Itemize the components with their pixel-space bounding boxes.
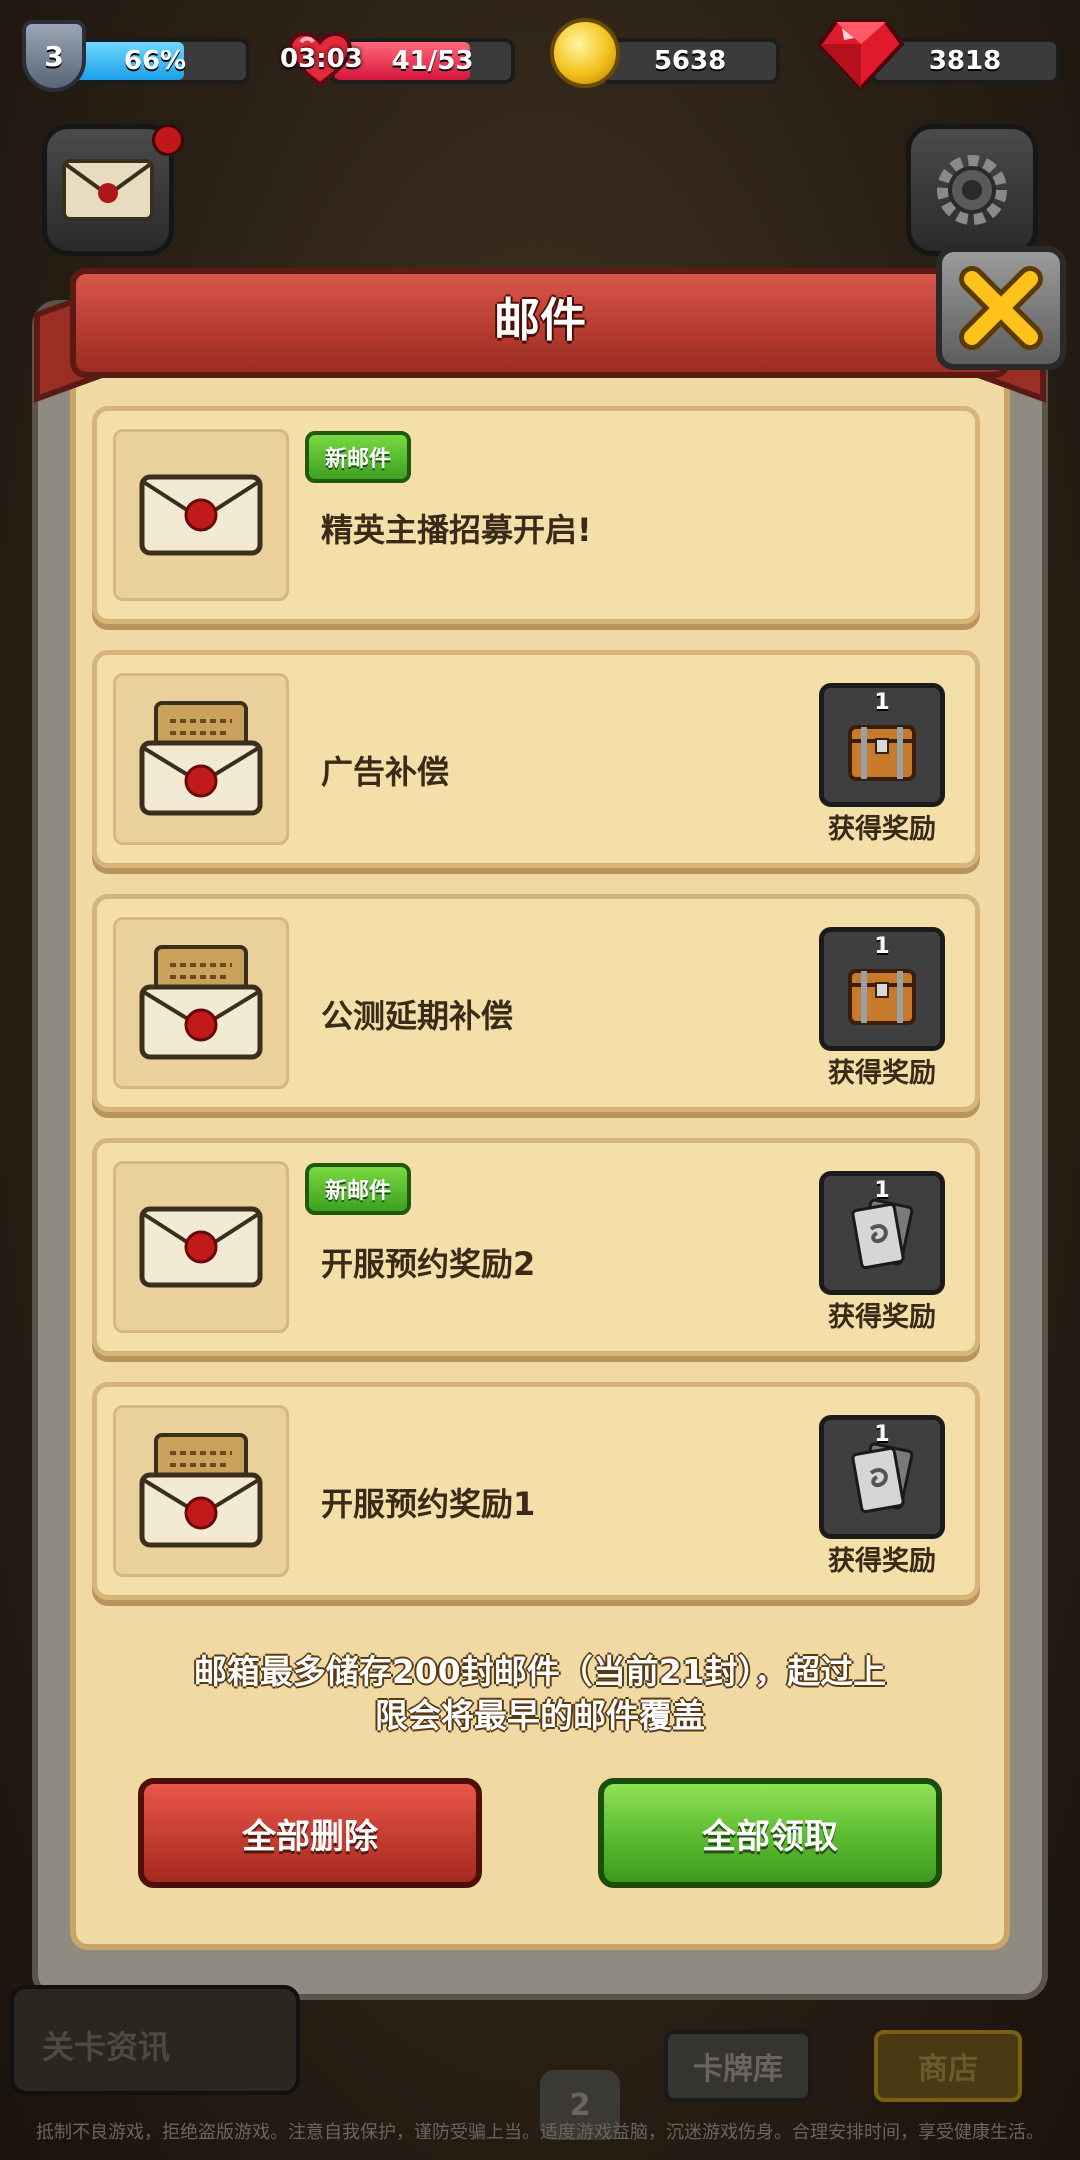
card-icon (851, 1198, 914, 1270)
mail-title: 精英主播招募开启! (321, 511, 592, 549)
player-level: 3 (44, 39, 64, 73)
sealed-envelope-icon (139, 474, 263, 556)
reward-count: 1 (874, 1422, 890, 1447)
mail-item[interactable]: 新邮件 精英主播招募开启! (92, 406, 980, 624)
coin-bar[interactable]: 5638 (600, 38, 780, 84)
claim-reward-label[interactable]: 获得奖励 (797, 1539, 967, 1578)
mail-title: 开服预约奖励1 (321, 1485, 536, 1523)
gem-count: 3818 (928, 46, 1002, 76)
reward-count: 1 (874, 1178, 890, 1203)
card-library-tab[interactable]: 卡牌库 (664, 2030, 812, 2102)
envelope-icon (62, 159, 154, 221)
mail-icon-frame (113, 429, 289, 601)
xp-bar: 66% (60, 38, 250, 84)
reward-slot[interactable]: 1 (819, 683, 945, 807)
mail-title: 公测延期补偿 (321, 997, 514, 1035)
stamina-value: 41/53 (391, 46, 474, 76)
ruby-gem-icon (818, 20, 904, 91)
level-shield-icon[interactable]: 3 (22, 20, 86, 92)
stamina-timer: 03:03 (280, 44, 363, 74)
open-letter-envelope-icon (139, 701, 263, 816)
treasure-chest-icon (848, 725, 916, 781)
delete-all-button[interactable]: 全部删除 (138, 1778, 482, 1888)
claim-reward-label[interactable]: 获得奖励 (797, 807, 967, 846)
new-mail-badge: 新邮件 (305, 1163, 411, 1215)
stage-info-label: 关卡资讯 (42, 2028, 171, 2066)
mail-item[interactable]: 广告补偿 1 获得奖励 (92, 650, 980, 868)
xp-percent: 66% (123, 46, 187, 76)
treasure-chest-icon (848, 969, 916, 1025)
mail-icon-frame (113, 1161, 289, 1333)
close-button[interactable] (936, 246, 1066, 370)
coin-count: 5638 (653, 46, 727, 76)
mailbox-capacity-note: 邮箱最多储存200封邮件（当前21封），超过上 限会将最早的邮件覆盖 (170, 1650, 910, 1738)
gold-coin-icon (550, 18, 620, 88)
mail-item[interactable]: 新邮件 开服预约奖励2 1 获得奖励 (92, 1138, 980, 1356)
reward-slot[interactable]: 1 (819, 927, 945, 1051)
anti-addiction-notice: 抵制不良游戏，拒绝盗版游戏。注意自我保护，谨防受骗上当。适度游戏益脑，沉迷游戏伤… (36, 2122, 1044, 2143)
card-icon (851, 1442, 914, 1514)
mail-icon-frame (113, 673, 289, 845)
reward-slot[interactable]: 1 (819, 1415, 945, 1539)
open-letter-envelope-icon (139, 945, 263, 1060)
mail-item[interactable]: 公测延期补偿 1 获得奖励 (92, 894, 980, 1112)
claim-all-button[interactable]: 全部领取 (598, 1778, 942, 1888)
capacity-note-line1: 邮箱最多储存200封邮件（当前21封），超过上 (193, 1652, 887, 1691)
mail-title: 开服预约奖励2 (321, 1245, 536, 1283)
capacity-note-line2: 限会将最早的邮件覆盖 (375, 1696, 705, 1735)
reward-slot[interactable]: 1 (819, 1171, 945, 1295)
new-mail-badge: 新邮件 (305, 431, 411, 483)
open-letter-envelope-icon (139, 1433, 263, 1548)
reward-count: 1 (874, 690, 890, 715)
top-hud: 66% 3 41/53 03:03 5638 3818 (0, 0, 1080, 120)
mail-item[interactable]: 开服预约奖励1 1 获得奖励 (92, 1382, 980, 1600)
gear-icon (937, 155, 1007, 225)
mail-icon-frame (113, 917, 289, 1089)
claim-reward-label[interactable]: 获得奖励 (797, 1295, 967, 1334)
mail-title: 广告补偿 (321, 753, 450, 791)
close-icon (959, 266, 1043, 350)
sealed-envelope-icon (139, 1206, 263, 1288)
claim-reward-label[interactable]: 获得奖励 (797, 1051, 967, 1090)
mail-icon-frame (113, 1405, 289, 1577)
notification-dot (152, 124, 184, 156)
shop-tab[interactable]: 商店 (874, 2030, 1022, 2102)
dialog-title: 邮件 (494, 293, 586, 347)
settings-button[interactable] (906, 124, 1038, 256)
reward-count: 1 (874, 934, 890, 959)
